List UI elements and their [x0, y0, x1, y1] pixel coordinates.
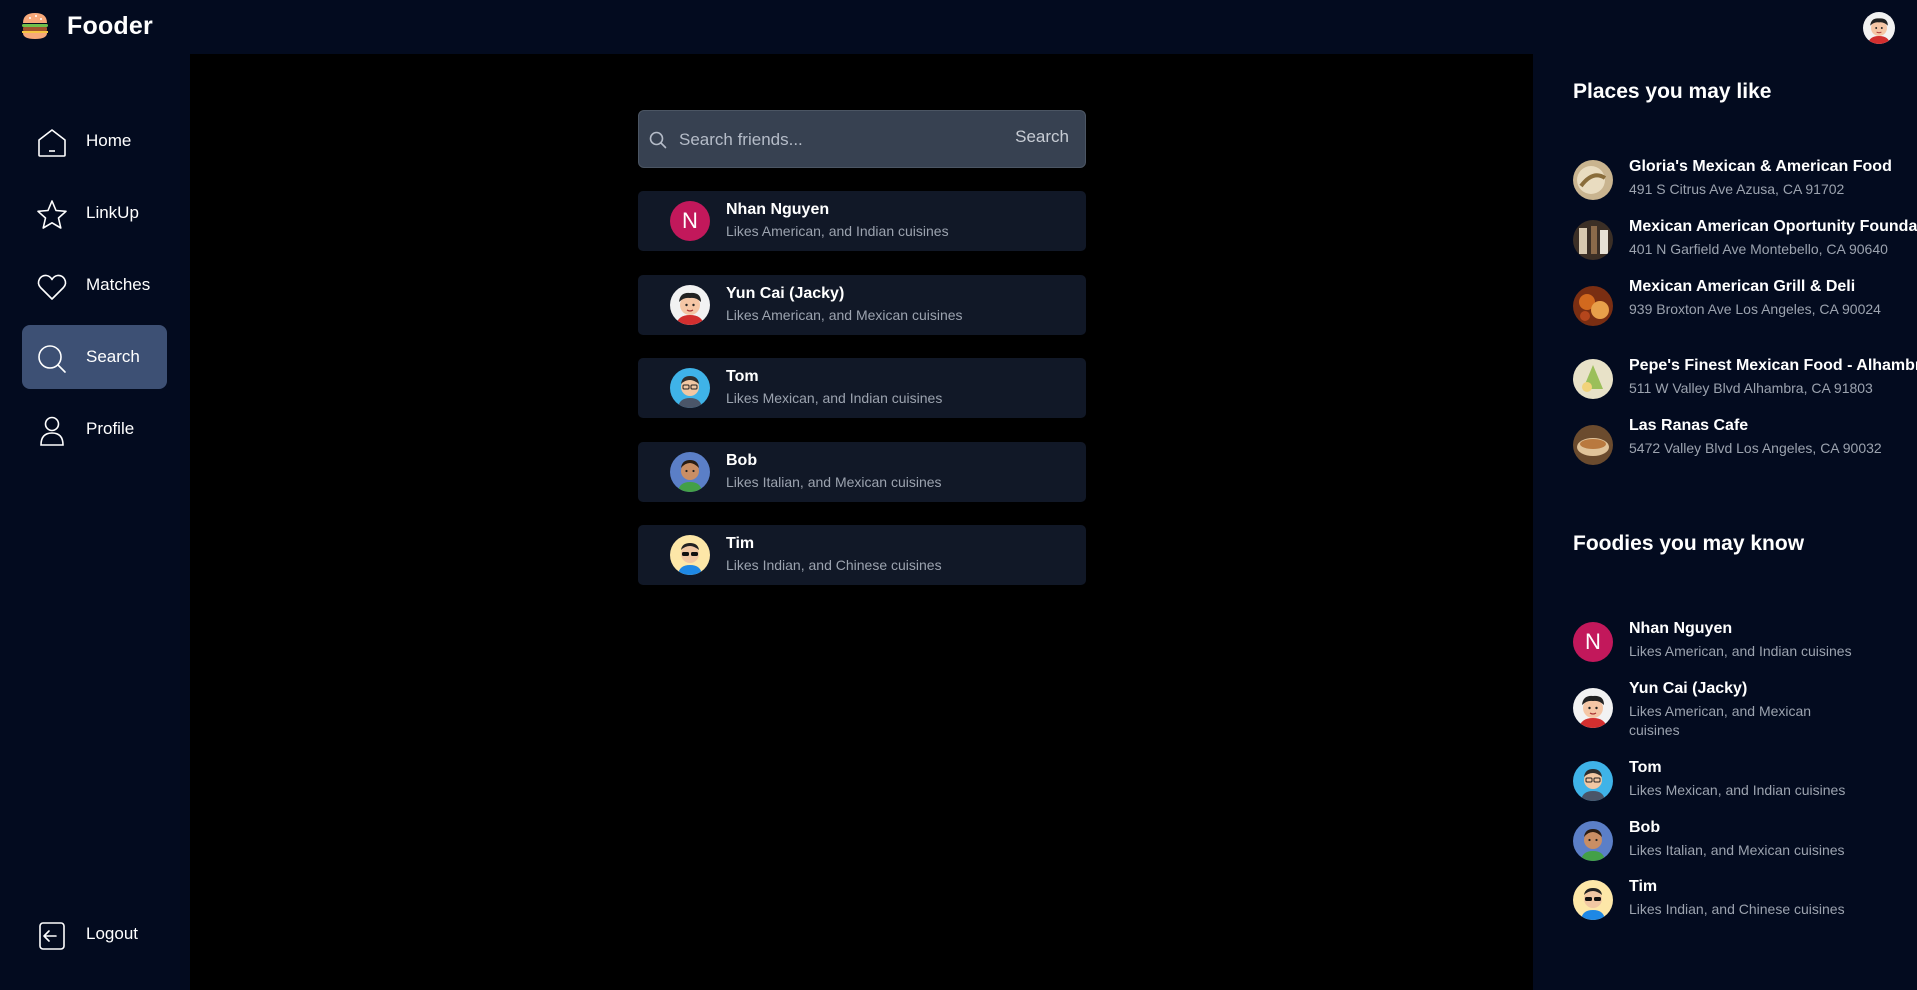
nav-home[interactable]: Home: [22, 109, 167, 173]
search-result-item[interactable]: Tom Likes Mexican, and Indian cuisines: [638, 358, 1086, 418]
app-title: Fooder: [67, 11, 153, 40]
nav-label: Profile: [86, 419, 135, 438]
foodie-desc: Likes Mexican, and Indian cuisines: [1629, 782, 1846, 798]
avatar: [1573, 688, 1613, 728]
nav-label: Logout: [86, 924, 138, 943]
foodie-name: Bob: [1629, 819, 1661, 836]
place-address: 939 Broxton Ave Los Angeles, CA 90024: [1629, 301, 1881, 317]
result-desc: Likes Indian, and Chinese cuisines: [726, 557, 942, 573]
right-panel: Places you may like Gloria's Mexican & A…: [1533, 54, 1917, 990]
result-name: Yun Cai (Jacky): [726, 285, 845, 302]
place-image: [1573, 425, 1613, 465]
search-result-item[interactable]: N Nhan Nguyen Likes American, and Indian…: [638, 191, 1086, 251]
result-desc: Likes American, and Mexican cuisines: [726, 307, 963, 323]
nav-search[interactable]: Search: [22, 325, 167, 389]
foodie-name: Yun Cai (Jacky): [1629, 680, 1748, 697]
result-name: Tom: [726, 368, 759, 385]
place-name: Las Ranas Cafe: [1629, 417, 1749, 434]
nav-label: Matches: [86, 275, 151, 294]
avatar: [670, 535, 710, 575]
places-heading: Places you may like: [1573, 80, 1772, 103]
user-avatar[interactable]: [1863, 12, 1895, 44]
search-result-item[interactable]: Tim Likes Indian, and Chinese cuisines: [638, 525, 1086, 585]
foodie-desc: Likes American, and Indian cuisines: [1629, 643, 1852, 659]
place-address: 491 S Citrus Ave Azusa, CA 91702: [1629, 181, 1845, 197]
avatar: [1573, 821, 1613, 861]
place-image: [1573, 286, 1613, 326]
avatar: [670, 285, 710, 325]
place-address: 5472 Valley Blvd Los Angeles, CA 90032: [1629, 440, 1882, 456]
nav-profile[interactable]: Profile: [22, 397, 167, 461]
foodie-desc: Likes Indian, and Chinese cuisines: [1629, 901, 1845, 917]
foodie-name: Nhan Nguyen: [1629, 620, 1733, 637]
search-icon: [649, 131, 667, 149]
avatar: [670, 368, 710, 408]
place-image: [1573, 359, 1613, 399]
result-name: Tim: [726, 535, 755, 552]
search-result-item[interactable]: Bob Likes Italian, and Mexican cuisines: [638, 442, 1086, 502]
place-address: 511 W Valley Blvd Alhambra, CA 91803: [1629, 380, 1873, 396]
place-address: 401 N Garfield Ave Montebello, CA 90640: [1629, 241, 1888, 257]
brand[interactable]: Fooder: [21, 11, 153, 41]
foodie-name: Tim: [1629, 878, 1658, 895]
result-name: Nhan Nguyen: [726, 201, 830, 218]
search-icon: [36, 343, 68, 375]
user-icon: [36, 415, 68, 447]
nav-logout[interactable]: Logout: [22, 902, 167, 966]
foodie-desc: Likes Italian, and Mexican cuisines: [1629, 842, 1845, 858]
foodie-name: Tom: [1629, 759, 1662, 776]
search-input[interactable]: [679, 125, 979, 155]
result-name: Bob: [726, 452, 758, 469]
top-bar: Fooder: [0, 0, 1917, 54]
nav-linkup[interactable]: LinkUp: [22, 181, 167, 245]
place-name: Mexican American Oportunity Foundation: [1629, 218, 1917, 235]
nav-label: LinkUp: [86, 203, 139, 222]
avatar: [1573, 761, 1613, 801]
avatar: [670, 452, 710, 492]
result-desc: Likes American, and Indian cuisines: [726, 223, 949, 239]
nav-matches[interactable]: Matches: [22, 253, 167, 317]
result-desc: Likes Italian, and Mexican cuisines: [726, 474, 942, 490]
avatar: N: [1573, 622, 1613, 662]
main-content: Search N Nhan Nguyen Likes American, and…: [190, 54, 1533, 990]
foodies-heading: Foodies you may know: [1573, 532, 1805, 555]
burger-icon: [21, 11, 49, 41]
place-image: [1573, 160, 1613, 200]
sidebar: Home LinkUp Matches Search Profile Logou…: [0, 54, 190, 990]
place-name: Gloria's Mexican & American Food: [1629, 158, 1892, 175]
search-bar: Search: [638, 110, 1086, 168]
search-button[interactable]: Search: [1015, 127, 1069, 147]
result-desc: Likes Mexican, and Indian cuisines: [726, 390, 943, 406]
place-image: [1573, 220, 1613, 260]
avatar: [1573, 880, 1613, 920]
search-result-item[interactable]: Yun Cai (Jacky) Likes American, and Mexi…: [638, 275, 1086, 335]
place-name: Pepe's Finest Mexican Food - Alhambra: [1629, 357, 1917, 374]
nav-label: Search: [86, 347, 140, 366]
home-icon: [36, 127, 68, 159]
avatar: N: [670, 201, 710, 241]
heart-icon: [36, 271, 68, 303]
foodie-desc: Likes American, and Mexican cuisines: [1629, 703, 1812, 738]
place-name: Mexican American Grill & Deli: [1629, 278, 1856, 295]
nav-label: Home: [86, 131, 132, 150]
logout-icon: [36, 920, 68, 952]
star-icon: [36, 199, 68, 231]
